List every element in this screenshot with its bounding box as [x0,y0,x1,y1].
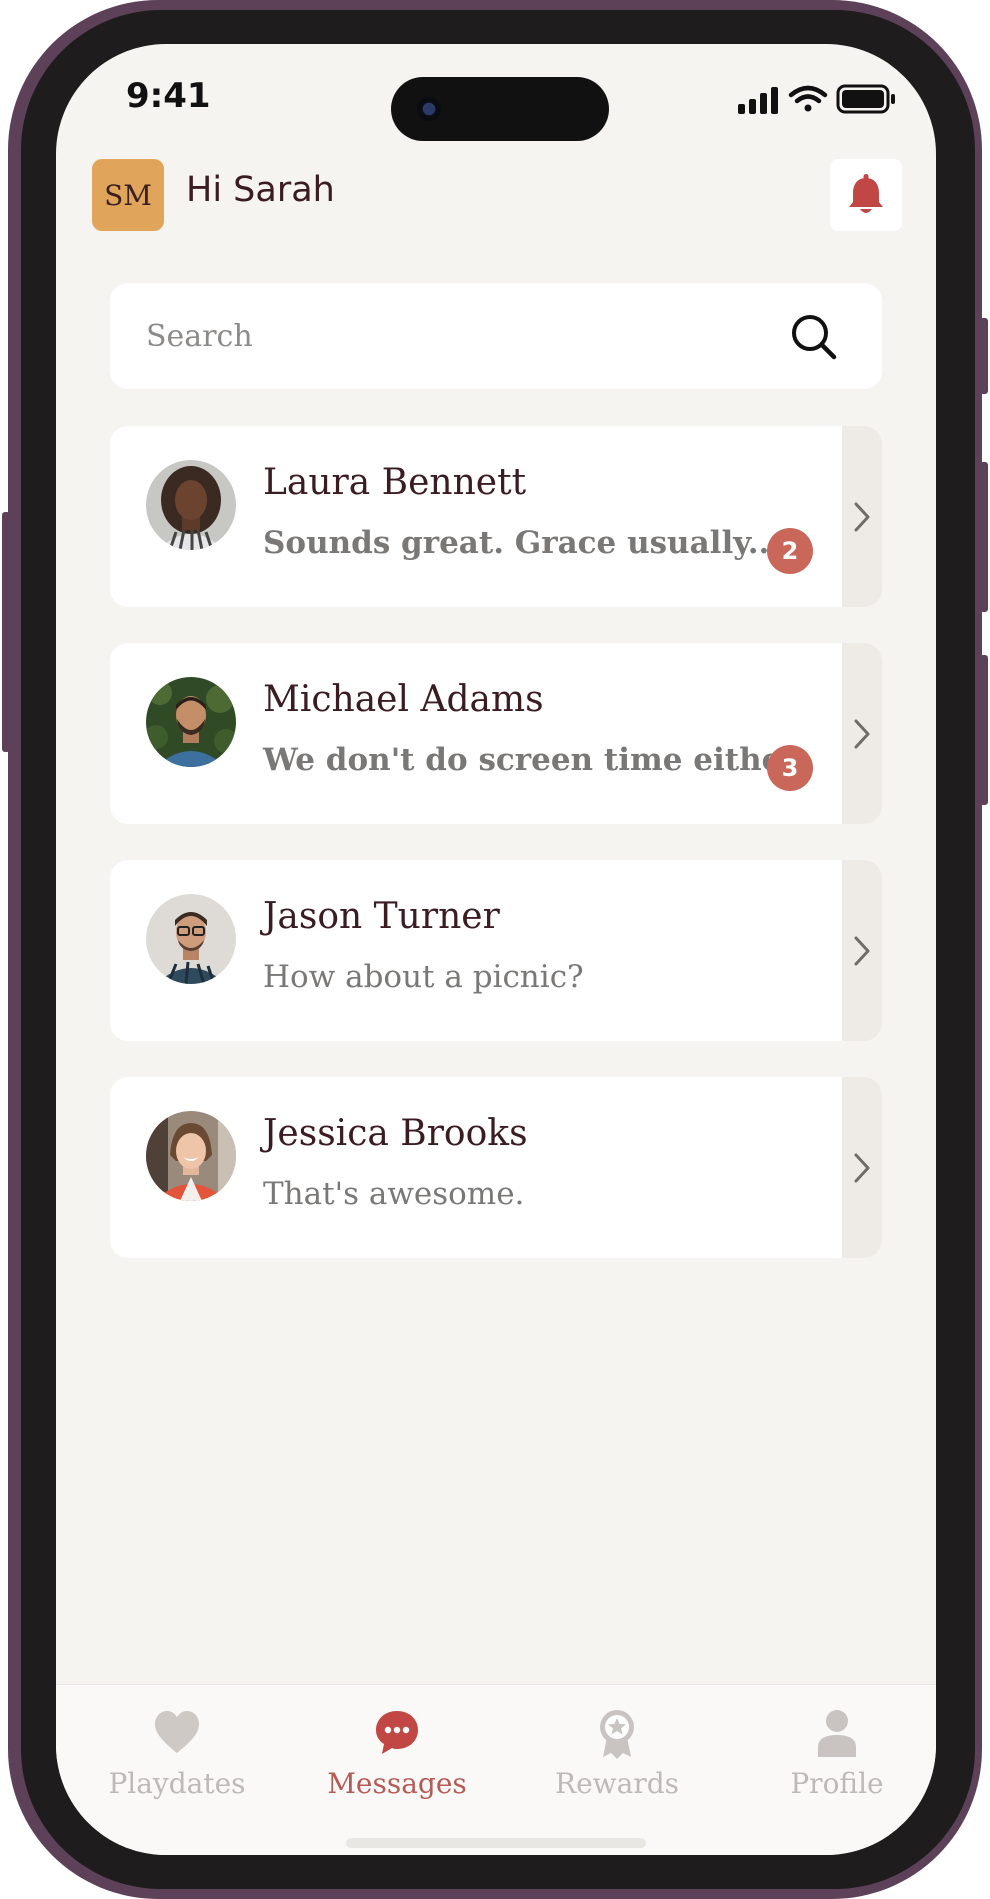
avatar [146,1111,236,1201]
user-avatar[interactable]: SM [92,159,164,231]
tab-messages[interactable]: Messages [297,1707,497,1817]
search-bar [110,283,882,389]
open-conversation-button[interactable] [842,426,882,607]
side-button [980,318,988,394]
bottom-tab-bar: Playdates Messages Rewards Profile [56,1684,936,1855]
status-bar: 9:41 [56,44,936,154]
contact-name: Jason Turner [263,896,500,937]
message-preview: Sounds great. Grace usually... [263,525,781,561]
contact-name: Jessica Brooks [263,1113,528,1154]
tab-rewards[interactable]: Rewards [517,1707,717,1817]
award-icon [600,1710,634,1759]
conversation-item[interactable]: Jason Turner How about a picnic? [110,860,882,1041]
app-screen: 9:41 SM Hi Sarah Search Laura Bennett So… [56,44,936,1855]
contact-name: Laura Bennett [263,462,527,503]
tab-label: Messages [327,1767,467,1800]
signal-icon [738,87,778,114]
search-icon[interactable] [790,313,838,361]
bell-icon [849,174,883,213]
tab-profile[interactable]: Profile [737,1707,936,1817]
contact-name: Michael Adams [263,679,544,720]
camera-icon [417,97,441,121]
status-icons [738,84,895,114]
tab-label: Playdates [108,1767,246,1800]
search-input[interactable] [146,283,786,389]
dynamic-island [391,77,609,141]
message-preview: That's awesome. [263,1176,525,1212]
side-button [980,655,988,805]
message-preview: How about a picnic? [263,959,584,995]
person-icon [818,1710,856,1757]
chevron-right-icon [854,1153,870,1182]
unread-badge: 2 [767,528,813,574]
avatar [146,460,236,550]
chat-bubble-icon [376,1711,418,1754]
avatar [146,677,236,767]
greeting-title: Hi Sarah [186,170,335,210]
home-indicator [346,1838,646,1848]
wifi-icon [788,85,828,112]
chevron-right-icon [854,936,870,965]
heart-icon [155,1711,199,1753]
conversation-item[interactable]: Laura Bennett Sounds great. Grace usuall… [110,426,882,607]
status-time: 9:41 [126,76,211,116]
open-conversation-button[interactable] [842,643,882,824]
avatar [146,894,236,984]
conversation-list: Laura Bennett Sounds great. Grace usuall… [110,426,882,1294]
unread-badge: 3 [767,745,813,791]
message-preview: We don't do screen time either [263,742,798,778]
conversation-item[interactable]: Michael Adams We don't do screen time ei… [110,643,882,824]
open-conversation-button[interactable] [842,1077,882,1258]
side-button [980,462,988,612]
tab-playdates[interactable]: Playdates [77,1707,277,1817]
open-conversation-button[interactable] [842,860,882,1041]
tab-label: Profile [790,1767,884,1800]
side-button [2,512,10,752]
tab-label: Rewards [555,1767,679,1800]
conversation-item[interactable]: Jessica Brooks That's awesome. [110,1077,882,1258]
chevron-right-icon [854,719,870,748]
notifications-button[interactable] [830,159,902,231]
header: SM Hi Sarah [56,156,936,236]
chevron-right-icon [854,502,870,531]
battery-icon [836,84,895,114]
